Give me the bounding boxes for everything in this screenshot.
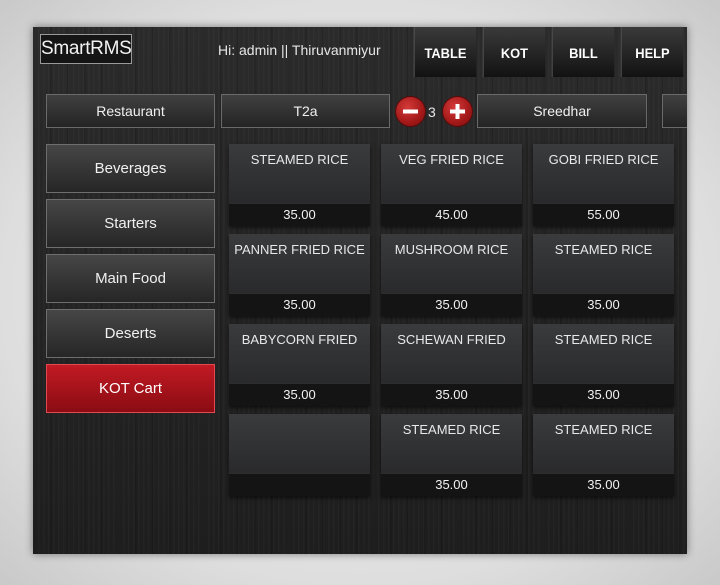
menu-item-name: SCHEWAN FRIED [397, 332, 506, 347]
menu-item-tile[interactable]: STEAMED RICE 35.00 [229, 144, 370, 226]
minus-circle-icon [403, 109, 418, 114]
menu-item-name: GOBI FRIED RICE [548, 152, 659, 167]
menu-item-name: BABYCORN FRIED [241, 332, 358, 347]
menu-item-price: 35.00 [533, 383, 674, 406]
menu-item-price: 35.00 [381, 473, 522, 496]
waiter-selector[interactable]: Sreedhar [477, 94, 647, 128]
category-starters[interactable]: Starters [46, 199, 215, 248]
menu-item-price: 35.00 [229, 383, 370, 406]
menu-item-tile-empty[interactable] [229, 414, 370, 496]
menu-item-tile[interactable]: STEAMED RICE 35.00 [533, 324, 674, 406]
category-main-food[interactable]: Main Food [46, 254, 215, 303]
menu-item-name: STEAMED RICE [250, 152, 349, 167]
menu-item-tile[interactable]: MUSHROOM RICE 35.00 [381, 234, 522, 316]
table-selector[interactable]: T2a [221, 94, 390, 128]
nav-table-button[interactable]: TABLE [413, 27, 477, 77]
menu-item-name: STEAMED RICE [554, 242, 653, 257]
category-beverages[interactable]: Beverages [46, 144, 215, 193]
nav-bill-button[interactable]: BILL [551, 27, 615, 77]
nav-kot-button[interactable]: KOT [482, 27, 546, 77]
menu-item-price: 35.00 [229, 203, 370, 226]
app-logo: SmartRMS [40, 34, 132, 64]
menu-item-name: MUSHROOM RICE [394, 242, 509, 257]
menu-item-name: VEG FRIED RICE [399, 152, 504, 167]
category-deserts[interactable]: Deserts [46, 309, 215, 358]
menu-item-name: STEAMED RICE [554, 422, 653, 437]
increase-guests-button[interactable] [443, 97, 472, 126]
menu-item-name: STEAMED RICE [554, 332, 653, 347]
app-window: SmartRMS Hi: admin || Thiruvanmiyur TABL… [33, 27, 687, 554]
menu-item-price: 45.00 [381, 203, 522, 226]
menu-item-price: 35.00 [381, 293, 522, 316]
top-navigation: TABLE KOT BILL HELP [411, 27, 687, 77]
plus-circle-icon [450, 104, 465, 119]
category-kot-cart[interactable]: KOT Cart [46, 364, 215, 413]
menu-item-tile[interactable]: PANNER FRIED RICE 35.00 [229, 234, 370, 316]
decrease-guests-button[interactable] [396, 97, 425, 126]
menu-item-price: 35.00 [533, 473, 674, 496]
menu-item-name: STEAMED RICE [402, 422, 501, 437]
nav-help-button[interactable]: HELP [620, 27, 684, 77]
menu-item-price: 55.00 [533, 203, 674, 226]
section-selector[interactable]: Restaurant [46, 94, 215, 128]
menu-item-tile[interactable]: VEG FRIED RICE 45.00 [381, 144, 522, 226]
menu-item-tile[interactable]: GOBI FRIED RICE 55.00 [533, 144, 674, 226]
menu-item-tile[interactable]: BABYCORN FRIED 35.00 [229, 324, 370, 406]
menu-item-tile[interactable]: STEAMED RICE 35.00 [533, 414, 674, 496]
menu-item-price: 35.00 [533, 293, 674, 316]
menu-item-name: PANNER FRIED RICE [234, 242, 365, 257]
menu-item-price [229, 473, 370, 496]
menu-item-tile[interactable]: STEAMED RICE 35.00 [533, 234, 674, 316]
menu-item-price: 35.00 [381, 383, 522, 406]
extra-field[interactable] [662, 94, 687, 128]
menu-item-tile[interactable]: SCHEWAN FRIED 35.00 [381, 324, 522, 406]
user-greeting: Hi: admin || Thiruvanmiyur [218, 42, 381, 58]
menu-item-price: 35.00 [229, 293, 370, 316]
menu-item-tile[interactable]: STEAMED RICE 35.00 [381, 414, 522, 496]
guest-count: 3 [428, 104, 436, 120]
